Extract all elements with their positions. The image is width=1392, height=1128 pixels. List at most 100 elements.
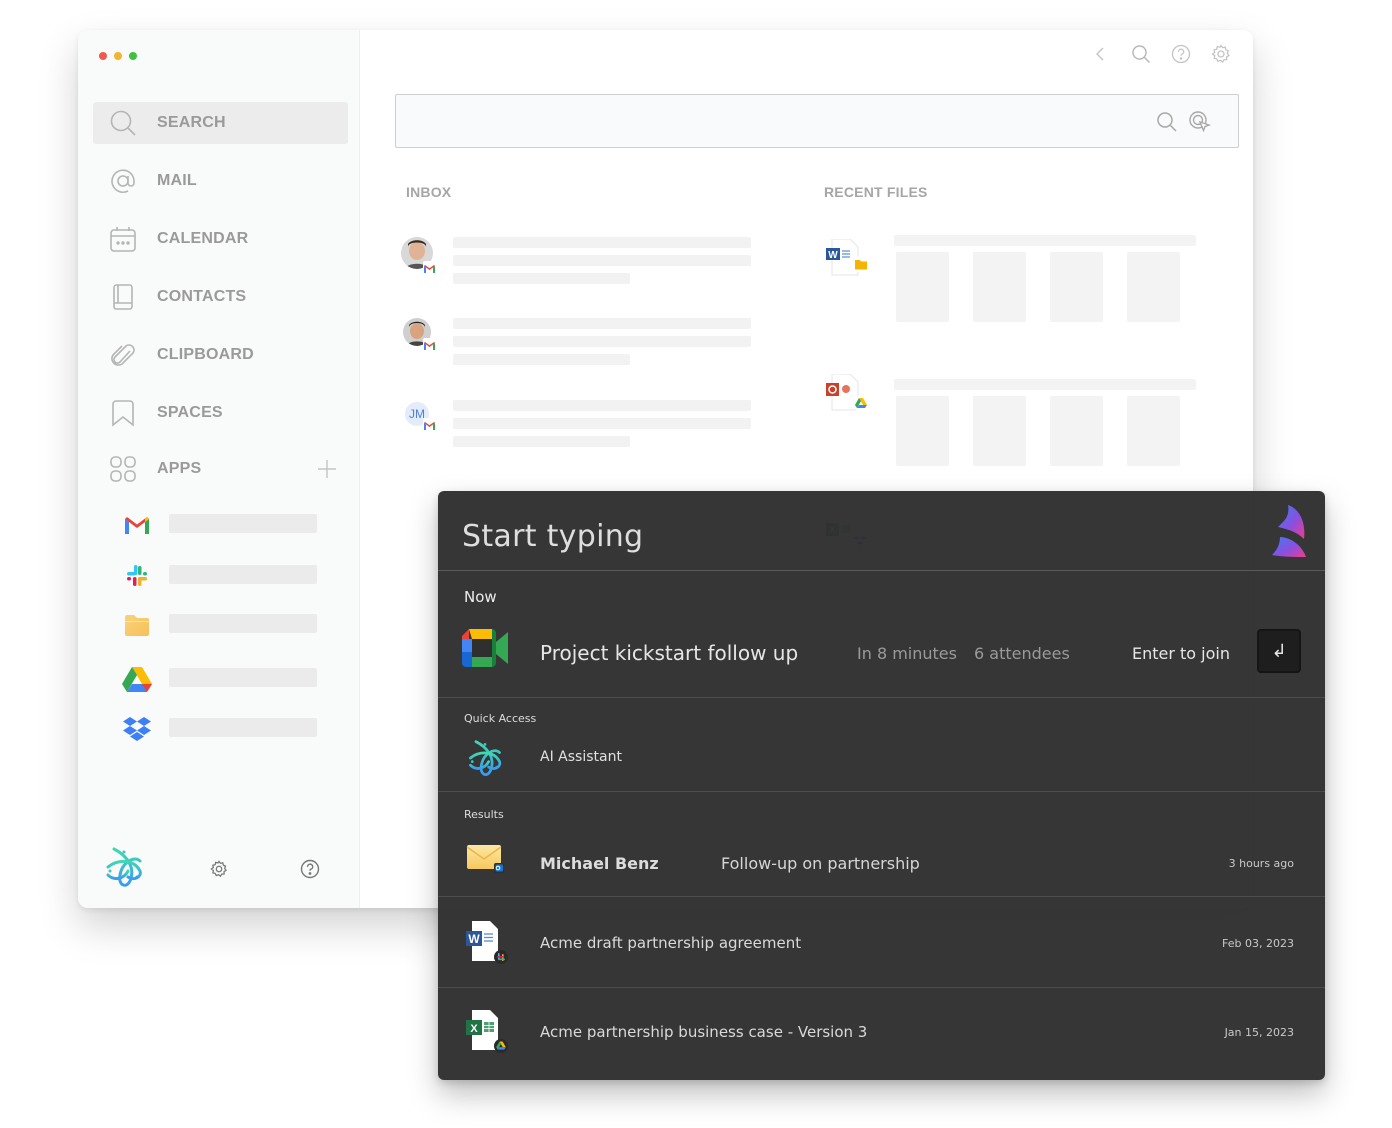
calendar-icon [109,225,137,253]
word-doc-icon: W [466,921,512,970]
gear-icon[interactable] [1211,44,1231,64]
minimize-window-button[interactable] [114,52,122,60]
maximize-window-button[interactable] [129,52,137,60]
sidebar-item-spaces[interactable]: SPACES [93,392,348,434]
sidebar-item-label: SEARCH [157,114,226,131]
search-input[interactable] [396,95,1238,147]
meeting-row[interactable]: Project kickstart follow up In 8 minutes… [438,620,1325,690]
results-section: Results Michael Benz Follow-up on partne… [438,792,1325,897]
google-meet-icon [462,629,508,672]
search-bar [395,94,1239,148]
sidebar-item-label: CLIPBOARD [157,346,254,363]
inbox-item[interactable]: JM [401,400,751,450]
help-icon[interactable] [1171,44,1191,64]
inbox-item[interactable] [401,237,751,287]
at-sign-icon [109,167,137,195]
sidebar-item-contacts[interactable]: CONTACTS [93,276,348,318]
sidebar-item-label: CALENDAR [157,230,249,247]
app-name-placeholder [169,668,317,687]
app-name-placeholder [169,514,317,533]
ai-assistant-icon [466,738,504,783]
preview-line [453,318,751,329]
file-thumbnail [1050,252,1103,322]
screen-select-icon[interactable] [1188,110,1212,134]
recent-file-item[interactable]: W [821,235,1201,335]
sidebar-item-label: SPACES [157,404,223,421]
help-icon[interactable] [300,859,320,879]
enter-key-button[interactable]: ↲ [1257,629,1301,673]
gear-icon[interactable] [210,860,228,878]
folder-icon [122,612,152,638]
result-row[interactable]: W Acme draft partnership agreement Feb 0… [438,897,1325,988]
file-title-placeholder [894,235,1196,246]
sidebar-item-mail[interactable]: MAIL [93,160,348,202]
powerpoint-doc-icon [826,373,876,414]
gmail-icon [122,512,152,538]
quick-access-heading: Quick Access [464,712,537,725]
quick-access-label: AI Assistant [540,749,622,765]
command-launcher: Now Project kickstart follow up In 8 min… [438,491,1325,1080]
gmail-icon [423,338,436,350]
close-window-button[interactable] [99,52,107,60]
result-date: 3 hours ago [1228,857,1294,870]
result-title: Michael Benz [540,854,659,873]
sidebar-item-search[interactable]: SEARCH [93,102,348,144]
contacts-book-icon [109,283,137,311]
sidebar-footer [78,828,359,908]
preview-line [453,418,751,429]
email-icon [466,843,506,880]
preview-line [453,336,751,347]
now-section: Now Project kickstart follow up In 8 min… [438,572,1325,698]
meeting-attendees: 6 attendees [974,644,1070,663]
search-icon[interactable] [1156,111,1178,133]
return-key-icon: ↲ [1271,640,1287,661]
sidebar-item-apps[interactable]: APPS [93,448,348,490]
meeting-title: Project kickstart follow up [540,641,799,665]
google-drive-icon [122,666,152,692]
sidebar: SEARCH MAIL CALENDAR CONTACTS CLIPBOARD [78,30,360,908]
app-item-dropbox[interactable] [122,717,317,741]
file-thumbnail [973,396,1026,466]
app-item-slack[interactable] [122,565,317,587]
ai-assistant-logo-icon[interactable] [104,845,144,889]
app-name-placeholder [169,565,317,584]
preview-line [453,255,751,266]
result-date: Jan 15, 2023 [1224,1026,1294,1039]
file-title-placeholder [894,379,1196,390]
launcher-search-bar [438,491,1325,571]
quick-access-section: Quick Access AI Assistant [438,698,1325,792]
search-icon [109,109,137,137]
sidebar-item-clipboard[interactable]: CLIPBOARD [93,334,348,376]
word-doc-icon: W [826,238,876,279]
recent-file-item[interactable] [821,373,1201,479]
app-name-placeholder [169,614,317,633]
paperclip-icon [109,341,137,369]
results-heading: Results [464,808,504,821]
app-name-placeholder [169,718,317,737]
file-thumbnail [1050,396,1103,466]
inbox-item[interactable] [401,318,751,368]
quick-access-item[interactable]: AI Assistant [438,732,1325,788]
plus-icon[interactable] [316,458,338,480]
result-row[interactable]: X Acme partnership business case - Versi… [438,988,1325,1080]
chevron-left-icon[interactable] [1091,44,1111,64]
app-item-files[interactable] [122,614,317,636]
preview-line [453,237,751,248]
search-icon[interactable] [1131,44,1151,64]
launcher-search-input[interactable] [462,511,1242,561]
sidebar-item-label: MAIL [157,172,197,189]
sidebar-item-calendar[interactable]: CALENDAR [93,218,348,260]
app-item-google-drive[interactable] [122,666,317,692]
window-controls [99,52,137,60]
file-thumbnail [973,252,1026,322]
result-title: Acme draft partnership agreement [540,934,802,952]
preview-line [453,354,630,365]
result-title: Acme partnership business case - Version… [540,1023,868,1041]
result-subtitle: Follow-up on partnership [721,854,920,873]
svg-text:W: W [828,250,838,261]
bookmark-icon [109,399,137,427]
now-heading: Now [464,588,497,606]
result-row[interactable]: Michael Benz Follow-up on partnership 3 … [438,832,1325,894]
slack-icon [122,563,152,589]
app-item-gmail[interactable] [122,514,317,536]
